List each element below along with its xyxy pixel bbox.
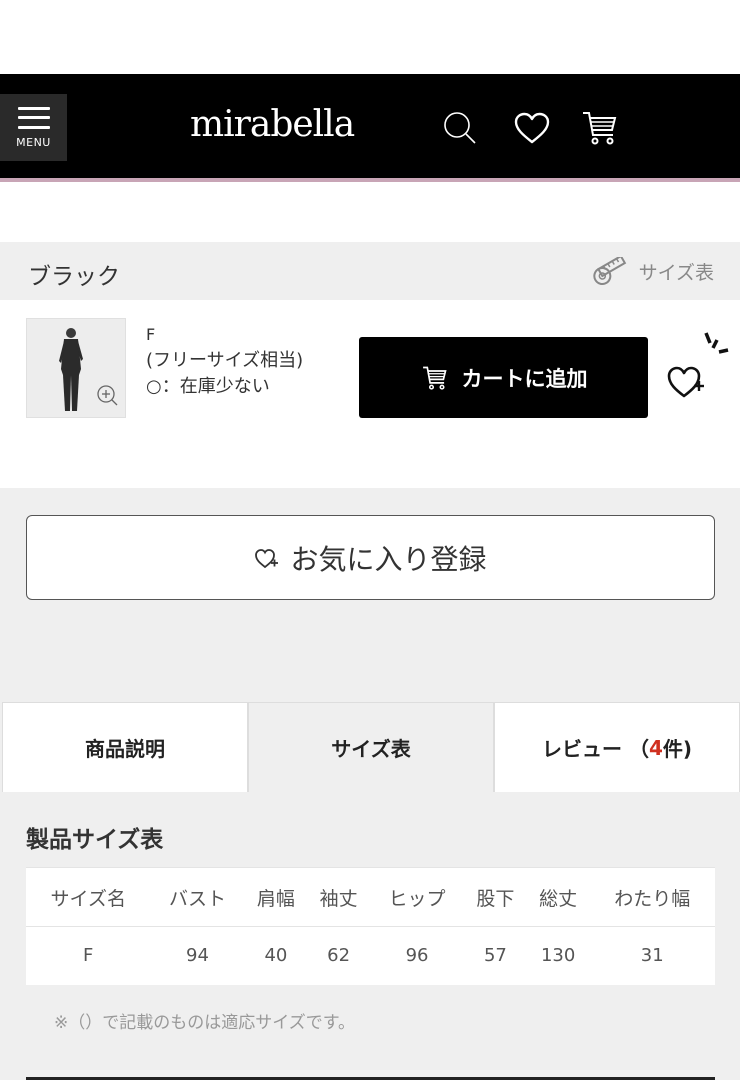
size-table-cell: 31: [589, 926, 715, 985]
product-thumbnail[interactable]: [26, 318, 126, 418]
color-name: ブラック: [28, 264, 120, 290]
add-to-cart-label: カートに追加: [461, 366, 588, 391]
size-table-row: F 94 40 62 96 57 130 31: [26, 926, 715, 985]
tab-reviews[interactable]: レビュー （4 件): [494, 702, 740, 792]
stock-status: ○：在庫少ない: [146, 376, 270, 397]
size-table-header: 肩幅: [244, 867, 308, 927]
tab-reviews-suffix: 件): [662, 737, 693, 761]
tab-description-label: 商品説明: [85, 737, 165, 761]
tab-size-chart-label: サイズ表: [331, 737, 411, 761]
hamburger-icon: [17, 106, 50, 129]
variant-row: F (フリーサイズ相当) ○：在庫少ない カートに追加: [0, 300, 740, 488]
size-table-header-row: サイズ名 バスト 肩幅 袖丈 ヒップ 股下 総丈 わたり幅: [26, 867, 715, 927]
color-bar: ブラック サイズ表: [0, 242, 740, 300]
tab-size-chart[interactable]: サイズ表: [248, 702, 494, 792]
heart-icon[interactable]: [512, 106, 552, 150]
size-table-header: ヒップ: [369, 867, 465, 927]
size-table-title: 製品サイズ表: [26, 827, 164, 853]
tab-description[interactable]: 商品説明: [2, 702, 248, 792]
size-table: サイズ名 バスト 肩幅 袖丈 ヒップ 股下 総丈 わたり幅 F 94 40 62…: [26, 867, 715, 985]
add-to-favorites-button[interactable]: お気に入り登録: [26, 515, 715, 600]
size-table-cell: 96: [369, 926, 465, 985]
size-chart-label: サイズ表: [638, 261, 714, 284]
size-table-note: ※（）で記載のものは適応サイズです。: [54, 1013, 356, 1033]
zoom-icon[interactable]: [95, 383, 119, 407]
size-table-cell: 57: [464, 926, 527, 985]
add-to-cart-button[interactable]: カートに追加: [359, 337, 648, 418]
product-tabs: 商品説明 サイズ表 レビュー （4 件): [0, 702, 740, 792]
site-header: MENU mirabella: [0, 74, 740, 182]
review-count: 4: [648, 735, 663, 760]
size-table-cell: 62: [307, 926, 370, 985]
size-table-header: サイズ名: [26, 867, 151, 927]
size-table-cell: 130: [526, 926, 590, 985]
size-table-header: わたり幅: [589, 867, 715, 927]
cart-icon: [422, 366, 447, 390]
size-table-cell: 94: [150, 926, 245, 985]
menu-label: MENU: [16, 135, 51, 149]
heart-plus-icon: [255, 548, 279, 568]
search-icon[interactable]: [440, 106, 480, 150]
size-table-cell: 40: [244, 926, 308, 985]
size-table-cell: F: [26, 926, 151, 985]
variant-size-note: (フリーサイズ相当): [146, 350, 304, 371]
variant-info: F (フリーサイズ相当) ○：在庫少ない: [146, 322, 303, 400]
add-to-favorites-label: お気に入り登録: [290, 542, 487, 576]
tab-reviews-prefix: レビュー （: [541, 737, 649, 761]
menu-button[interactable]: MENU: [0, 94, 67, 161]
cart-icon[interactable]: [580, 106, 620, 150]
size-table-header: 股下: [464, 867, 527, 927]
measuring-tape-icon: [592, 257, 626, 285]
add-favorite-icon[interactable]: [664, 330, 734, 400]
site-logo[interactable]: mirabella: [190, 104, 355, 145]
size-chart-link[interactable]: サイズ表: [591, 257, 714, 285]
size-table-header: 袖丈: [307, 867, 370, 927]
variant-size: F: [146, 325, 156, 344]
size-table-header: 総丈: [526, 867, 590, 927]
product-details-section: お気に入り登録 商品説明 サイズ表 レビュー （4 件) 製品サイズ表 サイズ名 …: [0, 488, 740, 1080]
size-table-header: バスト: [150, 867, 245, 927]
